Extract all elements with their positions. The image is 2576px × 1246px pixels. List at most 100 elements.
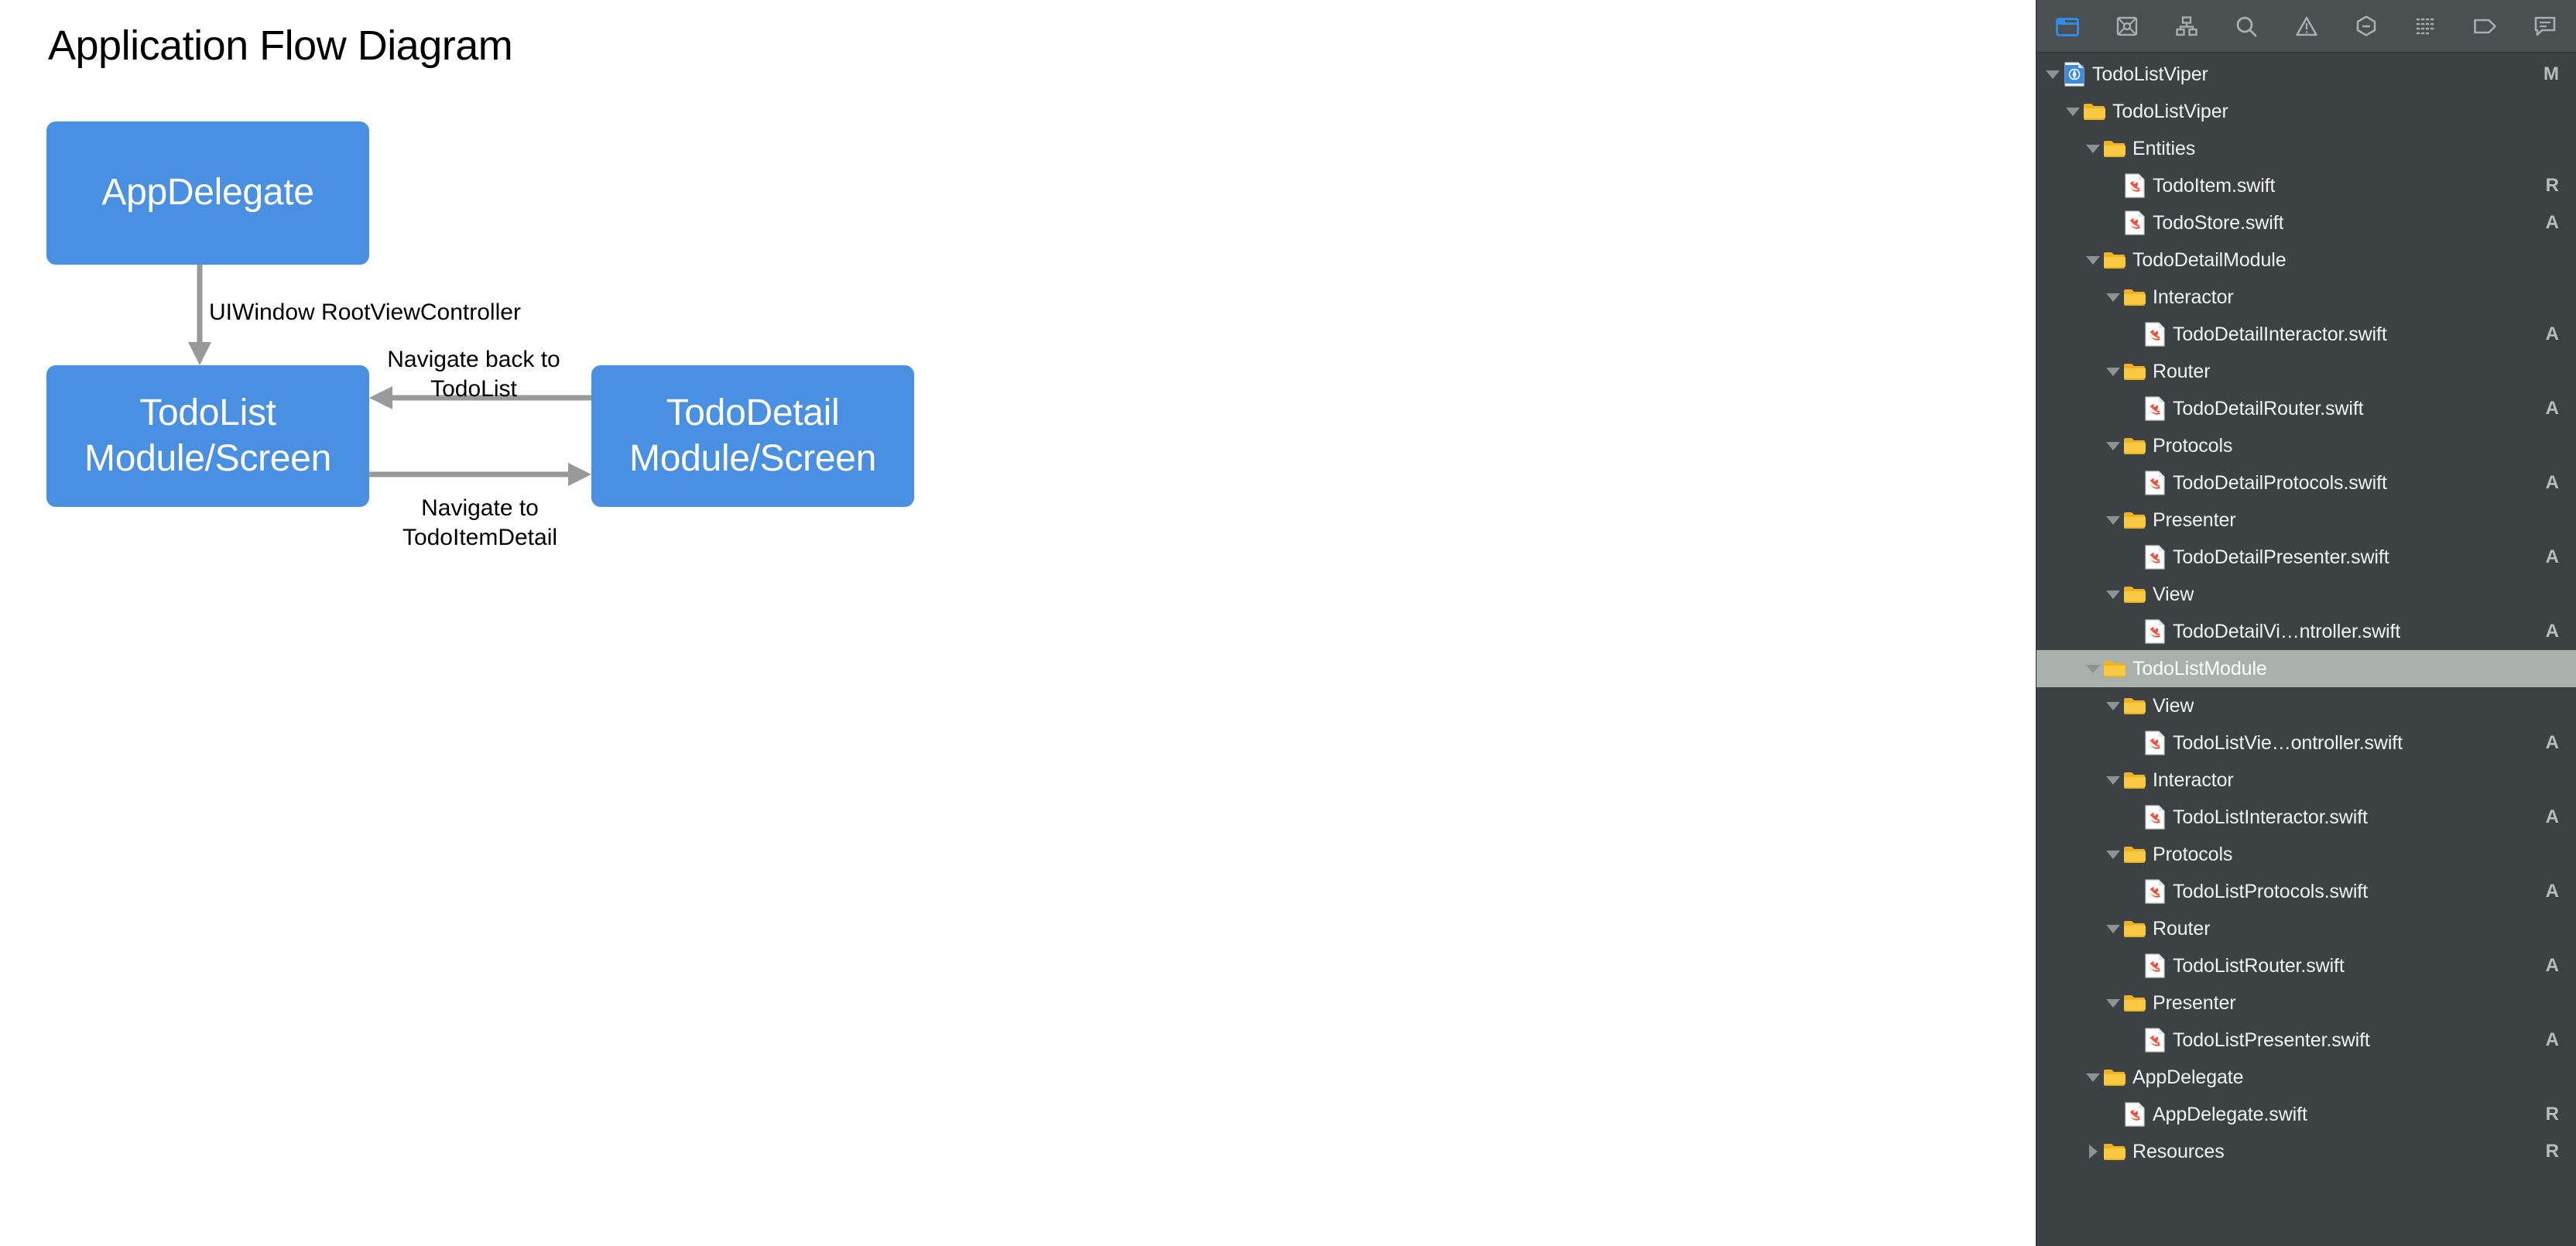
chevron-right-icon[interactable] — [2084, 1145, 2102, 1159]
status-badge: R — [2545, 175, 2559, 196]
app-window: Application Flow Diagram AppDelegate Tod… — [0, 0, 2576, 1246]
breakpoint-icon[interactable] — [2465, 9, 2506, 43]
folder-icon[interactable] — [2047, 9, 2088, 43]
folder-icon — [2122, 845, 2148, 864]
chevron-down-icon[interactable] — [2105, 367, 2122, 376]
tree-row[interactable]: View — [2036, 576, 2576, 613]
swift-file-icon — [2142, 619, 2168, 644]
tree-row-label: View — [2153, 583, 2194, 605]
chevron-down-icon[interactable] — [2084, 144, 2102, 153]
tree-row[interactable]: Entities — [2036, 130, 2576, 167]
project-file-tree[interactable]: TodoListViper M TodoListViper Entities TodoI… — [2036, 53, 2576, 1246]
tree-row-label: Router — [2153, 917, 2211, 940]
tree-row[interactable]: Presenter — [2036, 501, 2576, 539]
folder-icon — [2122, 436, 2148, 455]
tree-row[interactable]: TodoListPresenter.swift A — [2036, 1022, 2576, 1059]
xcode-navigator-panel: TodoListViper M TodoListViper Entities TodoI… — [2036, 0, 2576, 1246]
status-badge: R — [2545, 1141, 2559, 1162]
chevron-down-icon[interactable] — [2084, 255, 2102, 265]
tree-row[interactable]: TodoStore.swift A — [2036, 204, 2576, 241]
tree-row[interactable]: TodoListRouter.swift A — [2036, 947, 2576, 984]
tree-row-label: TodoDetailModule — [2132, 248, 2287, 271]
source-control-icon[interactable] — [2107, 9, 2147, 43]
tree-row[interactable]: Presenter — [2036, 984, 2576, 1022]
tree-row[interactable]: Interactor — [2036, 279, 2576, 316]
chevron-down-icon[interactable] — [2084, 1073, 2102, 1082]
node-todolist[interactable]: TodoList Module/Screen — [46, 365, 369, 507]
chevron-down-icon[interactable] — [2105, 701, 2122, 710]
chevron-down-icon[interactable] — [2105, 515, 2122, 525]
tree-row[interactable]: TodoListViper M — [2036, 56, 2576, 93]
tree-row[interactable]: TodoItem.swift R — [2036, 167, 2576, 204]
tree-row-label: Presenter — [2153, 991, 2236, 1014]
tree-row-label: TodoListInteractor.swift — [2173, 806, 2368, 828]
tree-row-label: TodoDetailInteractor.swift — [2173, 323, 2387, 345]
symbol-hierarchy-icon[interactable] — [2167, 9, 2207, 43]
chevron-down-icon[interactable] — [2105, 590, 2122, 599]
tree-row-label: TodoListVie…ontroller.swift — [2173, 731, 2403, 754]
tree-row[interactable]: TodoListModule — [2036, 650, 2576, 687]
folder-icon — [2122, 994, 2148, 1012]
tree-row[interactable]: Router — [2036, 353, 2576, 390]
tree-row-label: Router — [2153, 360, 2211, 382]
swift-file-icon — [2142, 545, 2168, 570]
tree-row[interactable]: TodoDetailInteractor.swift A — [2036, 316, 2576, 353]
tree-row[interactable]: AppDelegate.swift R — [2036, 1096, 2576, 1133]
test-icon[interactable] — [2346, 9, 2386, 43]
tree-indent-spacer — [2036, 706, 2105, 707]
tree-row[interactable]: TodoListViper — [2036, 93, 2576, 130]
tree-row[interactable]: TodoDetailPresenter.swift A — [2036, 539, 2576, 576]
chevron-down-icon[interactable] — [2044, 70, 2061, 79]
tree-row-label: Entities — [2132, 137, 2196, 159]
tree-row-label: Interactor — [2153, 768, 2234, 791]
tree-row[interactable]: TodoDetailRouter.swift A — [2036, 390, 2576, 427]
tree-row-label: Protocols — [2153, 434, 2233, 457]
folder-icon — [2122, 288, 2148, 306]
tree-row[interactable]: TodoDetailProtocols.swift A — [2036, 464, 2576, 501]
tree-indent-spacer — [2036, 743, 2125, 744]
tree-row[interactable]: TodoListInteractor.swift A — [2036, 799, 2576, 836]
tree-indent-spacer — [2036, 74, 2044, 75]
tree-row[interactable]: Protocols — [2036, 836, 2576, 873]
edge-label-navigate-forward: Navigate to TodoItemDetail — [402, 495, 558, 551]
tree-row[interactable]: TodoListProtocols.swift A — [2036, 873, 2576, 910]
search-icon[interactable] — [2226, 9, 2266, 43]
chevron-down-icon[interactable] — [2105, 924, 2122, 933]
xcode-project-icon — [2061, 62, 2088, 87]
chevron-down-icon[interactable] — [2105, 293, 2122, 302]
tree-row[interactable]: Resources R — [2036, 1133, 2576, 1170]
status-badge: A — [2545, 212, 2559, 233]
report-icon[interactable] — [2525, 9, 2565, 43]
chevron-down-icon[interactable] — [2064, 107, 2081, 116]
tree-row-label: AppDelegate.swift — [2153, 1103, 2307, 1125]
edge-label-root-view-controller: UIWindow RootViewController — [209, 300, 521, 325]
tree-row-label: TodoStore.swift — [2153, 211, 2284, 234]
status-badge: M — [2543, 63, 2559, 84]
status-badge: A — [2545, 546, 2559, 567]
tree-row[interactable]: Protocols — [2036, 427, 2576, 464]
tree-row[interactable]: TodoDetailVi…ntroller.swift A — [2036, 613, 2576, 650]
status-badge: A — [2545, 621, 2559, 642]
chevron-down-icon[interactable] — [2084, 664, 2102, 673]
chevron-down-icon[interactable] — [2105, 441, 2122, 450]
tree-row-label: TodoListViper — [2112, 100, 2228, 122]
tree-row[interactable]: AppDelegate — [2036, 1059, 2576, 1096]
warning-icon[interactable] — [2287, 9, 2327, 43]
tree-row[interactable]: TodoDetailModule — [2036, 241, 2576, 279]
node-tododetail[interactable]: TodoDetail Module/Screen — [591, 365, 914, 507]
status-badge: A — [2545, 398, 2559, 419]
status-badge: A — [2545, 323, 2559, 344]
tree-row[interactable]: Router — [2036, 910, 2576, 947]
chevron-down-icon[interactable] — [2105, 775, 2122, 785]
tree-row[interactable]: TodoListVie…ontroller.swift A — [2036, 724, 2576, 762]
node-appdelegate[interactable]: AppDelegate — [46, 122, 369, 265]
folder-icon — [2122, 511, 2148, 529]
tree-indent-spacer — [2036, 260, 2084, 261]
chevron-down-icon[interactable] — [2105, 998, 2122, 1008]
tree-indent-spacer — [2036, 520, 2105, 521]
tree-row[interactable]: Interactor — [2036, 762, 2576, 799]
debug-icon[interactable] — [2406, 9, 2446, 43]
chevron-down-icon[interactable] — [2105, 850, 2122, 859]
tree-row[interactable]: View — [2036, 687, 2576, 724]
tree-indent-spacer — [2036, 1077, 2084, 1078]
